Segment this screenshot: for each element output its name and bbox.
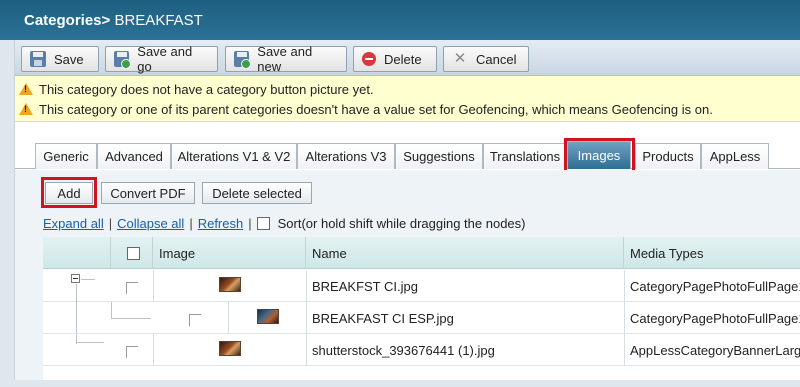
column-name[interactable]: Name	[306, 237, 624, 269]
row-name: BREAKFST CI.jpg	[312, 278, 418, 294]
tab-suggestions[interactable]: Suggestions	[395, 143, 483, 169]
tab-products[interactable]: Products	[635, 143, 701, 169]
grid-header: Image Name Media Types	[43, 237, 800, 269]
tree-line	[76, 342, 104, 343]
row-checkbox[interactable]	[126, 346, 138, 358]
sort-checkbox[interactable]	[256, 216, 270, 230]
convert-pdf-button[interactable]: Convert PDF	[101, 182, 195, 204]
refresh-link[interactable]: Refresh	[198, 216, 244, 231]
separator: |	[248, 215, 252, 231]
select-column-header	[111, 237, 153, 269]
table-row[interactable]: BREAKFST CI.jpg CategoryPagePhotoFullPag…	[43, 270, 800, 344]
table-row[interactable]: shutterstock_393676441 (1).jpg AppLessCa…	[43, 334, 800, 366]
cell-divider	[228, 302, 229, 334]
select-all-checkbox[interactable]	[127, 246, 140, 260]
delete-label: Delete	[384, 51, 422, 67]
image-thumbnail	[257, 309, 279, 324]
collapse-node-icon[interactable]	[71, 274, 80, 283]
save-and-go-button[interactable]: Save and go	[105, 44, 218, 74]
tab-alterations-v1-v2[interactable]: Alterations V1 & V2	[171, 143, 297, 169]
warning-line: This category or one of its parent categ…	[19, 100, 713, 118]
row-name: shutterstock_393676441 (1).jpg	[312, 342, 495, 358]
tab-advanced[interactable]: Advanced	[97, 143, 171, 169]
tab-appless[interactable]: AppLess	[701, 143, 769, 169]
warning-icon	[19, 83, 33, 95]
row-media-types: AppLessCategoryBannerLarge,	[630, 342, 800, 358]
column-image[interactable]: Image	[153, 237, 306, 269]
separator: |	[189, 215, 193, 231]
row-name: BREAKFAST CI ESP.jpg	[312, 310, 454, 326]
floppy-new-icon	[234, 51, 252, 69]
cell-divider	[153, 334, 154, 366]
cancel-label: Cancel	[476, 51, 517, 67]
warning-icon	[19, 103, 33, 115]
tab-translations[interactable]: Translations	[483, 143, 567, 169]
warning-text: This category does not have a category b…	[39, 81, 374, 97]
warning-box: This category does not have a category b…	[15, 76, 800, 122]
images-tab-highlight	[564, 138, 635, 174]
warning-line: This category does not have a category b…	[19, 80, 374, 98]
add-button-highlight	[41, 177, 97, 208]
tab-alterations-v3[interactable]: Alterations V3	[297, 143, 395, 169]
tree-line	[111, 302, 112, 318]
save-and-new-label: Save and new	[257, 44, 313, 74]
cancel-button[interactable]: ✕ Cancel	[443, 46, 529, 72]
separator: |	[108, 215, 113, 231]
save-button[interactable]: Save	[21, 46, 99, 72]
title-current: BREAKFAST	[114, 12, 203, 29]
main-panel: Save Save and go Save and new Delete ✕ C…	[14, 40, 800, 380]
window-title: Categories> BREAKFAST	[0, 0, 800, 40]
images-content: Add Convert PDF Delete selected Expand a…	[15, 170, 800, 380]
image-thumbnail	[219, 341, 241, 356]
floppy-go-icon	[114, 51, 132, 69]
delete-button[interactable]: Delete	[353, 46, 437, 72]
floppy-icon	[30, 51, 46, 67]
delete-icon	[362, 52, 376, 66]
close-icon: ✕	[453, 50, 467, 67]
row-media-types: CategoryPagePhotoFullPage1?	[630, 278, 800, 294]
warning-text: This category or one of its parent categ…	[39, 101, 713, 117]
table-row[interactable]: BREAKFAST CI ESP.jpg CategoryPagePhotoFu…	[43, 302, 800, 334]
tab-generic[interactable]: Generic	[35, 143, 97, 169]
collapse-all-link[interactable]: Collapse all	[117, 216, 184, 231]
images-grid: Image Name Media Types BREAKFST CI.jpg C…	[43, 237, 800, 380]
save-and-go-label: Save and go	[137, 44, 193, 74]
column-media-types[interactable]: Media Types	[624, 237, 800, 269]
save-and-new-button[interactable]: Save and new	[225, 44, 347, 74]
row-checkbox[interactable]	[189, 314, 201, 326]
save-label: Save	[54, 51, 84, 67]
tab-strip: Generic Advanced Alterations V1 & V2 Alt…	[15, 140, 800, 169]
row-media-types: CategoryPagePhotoFullPage1?	[630, 310, 800, 326]
sort-label: Sort(or hold shift while dragging the no…	[277, 215, 526, 231]
expand-all-link[interactable]: Expand all	[43, 216, 104, 231]
delete-selected-button[interactable]: Delete selected	[202, 182, 312, 204]
image-thumbnail	[219, 277, 241, 292]
tree-column-header	[43, 237, 111, 269]
row-checkbox[interactable]	[126, 282, 138, 294]
tree-line	[111, 318, 151, 319]
tree-links: Expand all | Collapse all | Refresh | So…	[43, 214, 526, 232]
title-prefix: Categories>	[24, 12, 111, 29]
cell-divider	[153, 270, 154, 302]
toolbar: Save Save and go Save and new Delete ✕ C…	[15, 40, 800, 76]
tree-line	[81, 279, 95, 280]
